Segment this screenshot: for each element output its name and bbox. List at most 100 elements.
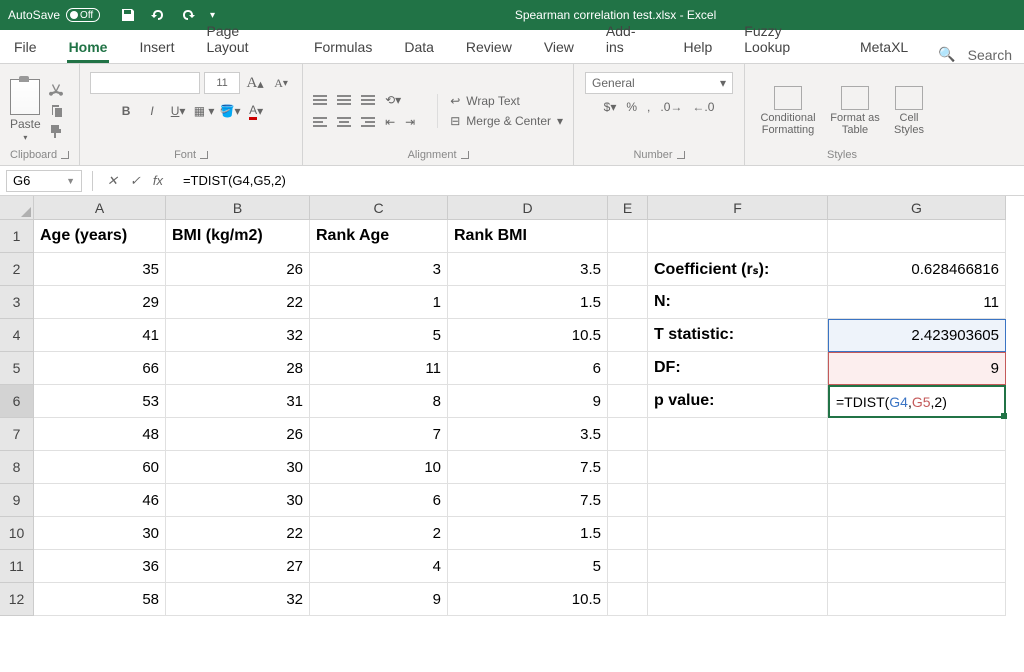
cell[interactable]: 41 — [34, 319, 166, 352]
formula-input[interactable]: =TDIST(G4,G5,2) — [173, 173, 1024, 188]
cell[interactable]: 29 — [34, 286, 166, 319]
cell[interactable]: 3.5 — [448, 418, 608, 451]
cell[interactable]: 9 — [310, 583, 448, 616]
cell[interactable]: 28 — [166, 352, 310, 385]
decrease-indent-icon[interactable]: ⇤ — [385, 115, 395, 129]
cell[interactable]: 35 — [34, 253, 166, 286]
cell[interactable]: 3.5 — [448, 253, 608, 286]
col-header[interactable]: G — [828, 196, 1006, 220]
paste-button[interactable]: Paste▾ — [10, 79, 41, 142]
cell[interactable]: 2.423903605 — [828, 319, 1006, 352]
font-name-select[interactable] — [90, 72, 200, 94]
cell[interactable]: 26 — [166, 418, 310, 451]
cell[interactable] — [608, 484, 648, 517]
cell[interactable]: Rank BMI — [448, 220, 608, 253]
cell[interactable]: 22 — [166, 517, 310, 550]
row-header[interactable]: 3 — [0, 286, 34, 319]
cells-area[interactable]: Age (years)BMI (kg/m2)Rank AgeRank BMI35… — [34, 220, 1006, 616]
tab-review[interactable]: Review — [464, 33, 514, 63]
dialog-launcher-icon[interactable] — [677, 151, 685, 159]
save-icon[interactable] — [120, 7, 136, 23]
cell[interactable]: Age (years) — [34, 220, 166, 253]
search-label[interactable]: Search — [968, 47, 1012, 63]
col-header[interactable]: D — [448, 196, 608, 220]
cell[interactable]: 2 — [310, 517, 448, 550]
cell[interactable]: 58 — [34, 583, 166, 616]
cell[interactable]: N: — [648, 286, 828, 319]
fx-icon[interactable]: fx — [153, 173, 163, 189]
tab-insert[interactable]: Insert — [137, 33, 176, 63]
cell[interactable]: Coefficient (rₛ): — [648, 253, 828, 286]
cell[interactable]: 30 — [34, 517, 166, 550]
align-middle-icon[interactable] — [337, 95, 351, 105]
tab-home[interactable]: Home — [67, 33, 110, 63]
dialog-launcher-icon[interactable] — [200, 151, 208, 159]
border-button[interactable]: ▦ ▾ — [193, 100, 215, 122]
cut-icon[interactable] — [47, 83, 65, 99]
dialog-launcher-icon[interactable] — [61, 151, 69, 159]
autosave-toggle[interactable]: AutoSave Off — [8, 8, 100, 22]
align-center-icon[interactable] — [337, 117, 351, 127]
col-header[interactable]: A — [34, 196, 166, 220]
toggle-switch[interactable]: Off — [66, 8, 100, 22]
cell[interactable] — [648, 418, 828, 451]
row-header[interactable]: 7 — [0, 418, 34, 451]
cell[interactable] — [828, 418, 1006, 451]
cell[interactable]: 7.5 — [448, 451, 608, 484]
cell[interactable]: 6 — [448, 352, 608, 385]
cell[interactable] — [608, 253, 648, 286]
tab-fuzzy[interactable]: Fuzzy Lookup — [742, 17, 830, 63]
cell[interactable]: BMI (kg/m2) — [166, 220, 310, 253]
undo-icon[interactable] — [150, 7, 166, 23]
cell[interactable] — [648, 220, 828, 253]
row-header[interactable]: 2 — [0, 253, 34, 286]
cell[interactable] — [608, 418, 648, 451]
cell[interactable]: 3 — [310, 253, 448, 286]
format-as-table-button[interactable]: Format as Table — [827, 86, 883, 136]
cell[interactable] — [648, 451, 828, 484]
cell[interactable]: 60 — [34, 451, 166, 484]
font-color-button[interactable]: A▾ — [245, 100, 267, 122]
row-header[interactable]: 5 — [0, 352, 34, 385]
cell[interactable]: 6 — [310, 484, 448, 517]
select-all-button[interactable] — [0, 196, 34, 220]
cell[interactable]: 11 — [310, 352, 448, 385]
col-header[interactable]: F — [648, 196, 828, 220]
cell[interactable] — [828, 550, 1006, 583]
cell[interactable] — [608, 352, 648, 385]
cell[interactable] — [608, 583, 648, 616]
row-header[interactable]: 8 — [0, 451, 34, 484]
row-header[interactable]: 1 — [0, 220, 34, 253]
cell[interactable]: =TDIST(G4,G5,2) — [828, 385, 1006, 418]
cell[interactable] — [608, 220, 648, 253]
cell[interactable]: 4 — [310, 550, 448, 583]
tab-addins[interactable]: Add-ins — [604, 17, 654, 63]
cell[interactable] — [828, 484, 1006, 517]
cell[interactable] — [828, 517, 1006, 550]
cell[interactable] — [608, 517, 648, 550]
row-header[interactable]: 6 — [0, 385, 34, 418]
tab-formulas[interactable]: Formulas — [312, 33, 374, 63]
cell[interactable] — [608, 385, 648, 418]
col-header[interactable]: C — [310, 196, 448, 220]
redo-icon[interactable] — [180, 7, 196, 23]
cancel-formula-icon[interactable]: ✕ — [107, 173, 118, 189]
cell[interactable]: 10 — [310, 451, 448, 484]
bold-button[interactable]: B — [115, 100, 137, 122]
font-size-select[interactable]: 11 — [204, 72, 240, 94]
row-header[interactable]: 10 — [0, 517, 34, 550]
percent-icon[interactable]: % — [626, 100, 637, 114]
cell[interactable] — [648, 517, 828, 550]
row-header[interactable]: 9 — [0, 484, 34, 517]
cell-styles-button[interactable]: Cell Styles — [889, 86, 929, 136]
cell[interactable]: 66 — [34, 352, 166, 385]
decrease-decimal-icon[interactable]: ←.0 — [692, 100, 714, 114]
col-header[interactable]: E — [608, 196, 648, 220]
cell[interactable] — [608, 286, 648, 319]
cell[interactable]: 32 — [166, 583, 310, 616]
increase-decimal-icon[interactable]: .0→ — [660, 100, 682, 114]
cell[interactable] — [828, 220, 1006, 253]
cell[interactable]: 1 — [310, 286, 448, 319]
cell[interactable]: 9 — [828, 352, 1006, 385]
shrink-font-icon[interactable]: A▾ — [270, 72, 292, 94]
